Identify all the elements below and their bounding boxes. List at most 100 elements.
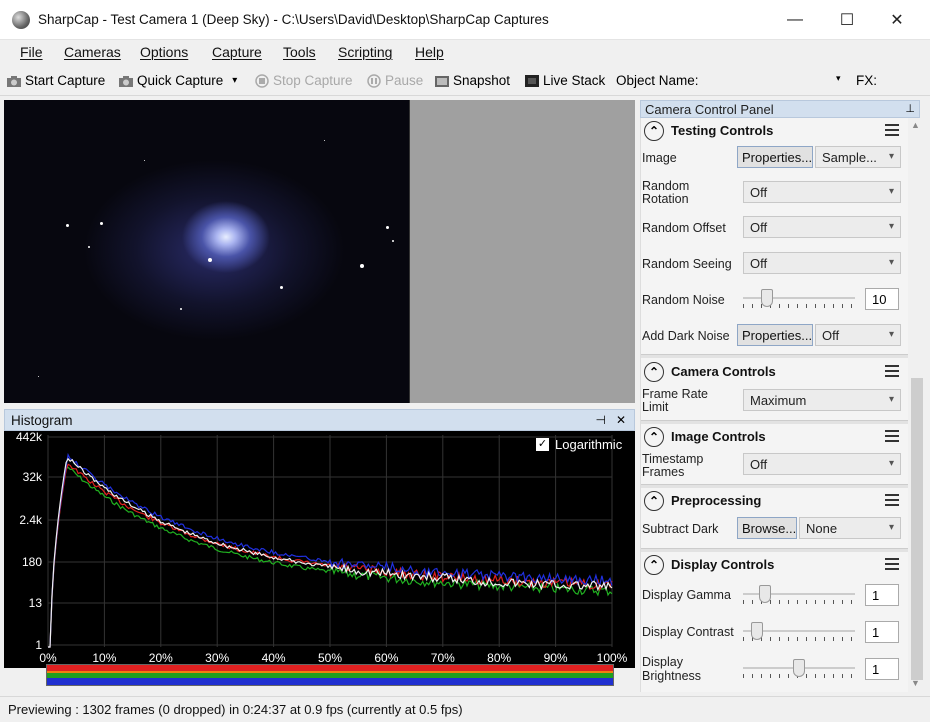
close-button[interactable]: ✕ — [884, 8, 910, 32]
camera-icon — [118, 74, 134, 88]
chevron-down-icon[interactable]: ▾ — [232, 75, 237, 86]
menu-bar: File Cameras Options Capture Tools Scrip… — [0, 40, 930, 66]
live-stack-button[interactable]: Live Stack — [524, 73, 605, 88]
camera-control-panel-header: Camera Control Panel ⊥ — [640, 100, 920, 118]
collapse-up-icon[interactable]: ⌃ — [644, 427, 664, 447]
section-image-controls[interactable]: ⌃ Image Controls — [641, 424, 908, 450]
histogram-x-tick: 0% — [39, 651, 57, 665]
subtract-dark-dropdown[interactable]: None ▾ — [799, 517, 901, 539]
camera-control-panel-title: Camera Control Panel — [645, 102, 774, 117]
image-properties-button[interactable]: Properties... — [737, 146, 813, 168]
timestamp-frames-dropdown[interactable]: Off ▾ — [743, 453, 901, 475]
logarithmic-label: Logarithmic — [555, 437, 623, 452]
preview-image-orion-nebula[interactable] — [4, 100, 410, 403]
histogram-plot: ✓ Logarithmic 442k 32k 2.4k 180 13 1 0% 10% 20%… — [4, 430, 635, 686]
random-offset-dropdown[interactable]: Off ▾ — [743, 216, 901, 238]
menu-file[interactable]: File — [20, 44, 43, 60]
random-noise-label: Random Noise — [642, 293, 725, 307]
display-contrast-value[interactable]: 1 — [865, 621, 899, 643]
hamburger-menu-icon[interactable] — [885, 494, 899, 506]
snapshot-button[interactable]: Snapshot — [434, 73, 510, 88]
dark-noise-dropdown[interactable]: Off ▾ — [815, 324, 901, 346]
section-testing-controls[interactable]: ⌃ Testing Controls — [641, 118, 908, 144]
snapshot-label: Snapshot — [453, 73, 511, 88]
menu-tools[interactable]: Tools — [283, 44, 316, 60]
quick-capture-label: Quick Capture — [137, 73, 224, 88]
histogram-color-bar — [46, 664, 614, 686]
slider-thumb[interactable] — [761, 289, 773, 307]
section-display-controls[interactable]: ⌃ Display Controls — [641, 552, 908, 578]
random-rotation-dropdown[interactable]: Off ▾ — [743, 181, 901, 203]
collapse-up-icon[interactable]: ⌃ — [644, 491, 664, 511]
histogram-y-tick: 180 — [21, 555, 42, 569]
display-gamma-value[interactable]: 1 — [865, 584, 899, 606]
star — [386, 226, 389, 229]
pin-icon[interactable]: ⊣ — [596, 413, 606, 427]
display-brightness-slider[interactable] — [743, 658, 855, 680]
histogram-y-tick: 2.4k — [19, 513, 42, 527]
display-gamma-slider[interactable] — [743, 584, 855, 606]
pause-label: Pause — [385, 73, 424, 88]
stop-capture-button[interactable]: Stop Capture — [254, 73, 353, 88]
slider-thumb[interactable] — [751, 622, 763, 640]
star — [100, 222, 103, 225]
star — [324, 140, 325, 141]
chevron-down-icon: ▾ — [888, 257, 894, 268]
hamburger-menu-icon[interactable] — [885, 558, 899, 570]
quick-capture-button[interactable]: Quick Capture ▾ — [118, 73, 237, 88]
display-brightness-value[interactable]: 1 — [865, 658, 899, 680]
scroll-down-icon[interactable]: ▼ — [911, 678, 920, 688]
display-contrast-slider[interactable] — [743, 621, 855, 643]
stop-icon — [254, 73, 270, 88]
preview-background — [410, 100, 635, 403]
histogram-x-tick: 10% — [92, 651, 117, 665]
random-noise-value[interactable]: 10 — [865, 288, 899, 310]
section-label: Display Controls — [671, 557, 775, 572]
pin-icon[interactable]: ⊥ — [905, 102, 915, 115]
slider-thumb[interactable] — [759, 585, 771, 603]
minimize-button[interactable]: — — [782, 8, 808, 32]
title-bar: SharpCap - Test Camera 1 (Deep Sky) - C:… — [0, 0, 930, 40]
section-camera-controls[interactable]: ⌃ Camera Controls — [641, 359, 908, 385]
section-preprocessing[interactable]: ⌃ Preprocessing — [641, 488, 908, 514]
scroll-up-icon[interactable]: ▲ — [911, 120, 920, 130]
display-brightness-label-line2: Brightness — [642, 669, 702, 683]
section-divider — [641, 354, 908, 358]
dropdown-value: Off — [750, 457, 768, 472]
hamburger-menu-icon[interactable] — [885, 365, 899, 377]
image-sample-dropdown[interactable]: Sample... ▾ — [815, 146, 901, 168]
maximize-button[interactable]: ☐ — [834, 8, 860, 32]
dark-noise-properties-button[interactable]: Properties... — [737, 324, 813, 346]
slider-thumb[interactable] — [793, 659, 805, 677]
random-seeing-dropdown[interactable]: Off ▾ — [743, 252, 901, 274]
close-icon[interactable]: ✕ — [616, 413, 626, 427]
collapse-up-icon[interactable]: ⌃ — [644, 121, 664, 141]
menu-options[interactable]: Options — [140, 44, 188, 60]
hamburger-menu-icon[interactable] — [885, 430, 899, 442]
scrollbar-thumb[interactable] — [911, 378, 923, 680]
hamburger-menu-icon[interactable] — [885, 124, 899, 136]
camera-panel-scrollbar[interactable]: ▲ ▼ — [908, 118, 926, 692]
object-name-label: Object Name: — [616, 73, 699, 88]
start-capture-button[interactable]: Start Capture — [6, 73, 105, 88]
menu-capture[interactable]: Capture — [212, 44, 262, 60]
section-label: Image Controls — [671, 429, 766, 444]
status-bar: Previewing : 1302 frames (0 dropped) in … — [0, 696, 930, 722]
menu-help[interactable]: Help — [415, 44, 444, 60]
section-label: Testing Controls — [671, 123, 774, 138]
object-name-dropdown[interactable]: ▾ — [836, 73, 841, 84]
frame-rate-limit-dropdown[interactable]: Maximum ▾ — [743, 389, 901, 411]
pause-button[interactable]: Pause — [366, 73, 423, 88]
collapse-up-icon[interactable]: ⌃ — [644, 555, 664, 575]
checkbox-checked-icon[interactable]: ✓ — [536, 438, 549, 451]
menu-cameras[interactable]: Cameras — [64, 44, 121, 60]
random-noise-slider[interactable] — [743, 288, 855, 310]
histogram-x-tick: 30% — [205, 651, 230, 665]
logarithmic-toggle[interactable]: ✓ Logarithmic — [536, 437, 622, 452]
collapse-up-icon[interactable]: ⌃ — [644, 362, 664, 382]
stop-capture-label: Stop Capture — [273, 73, 353, 88]
star — [392, 240, 394, 242]
dropdown-value: Maximum — [750, 393, 807, 408]
browse-button[interactable]: Browse... — [737, 517, 797, 539]
menu-scripting[interactable]: Scripting — [338, 44, 392, 60]
